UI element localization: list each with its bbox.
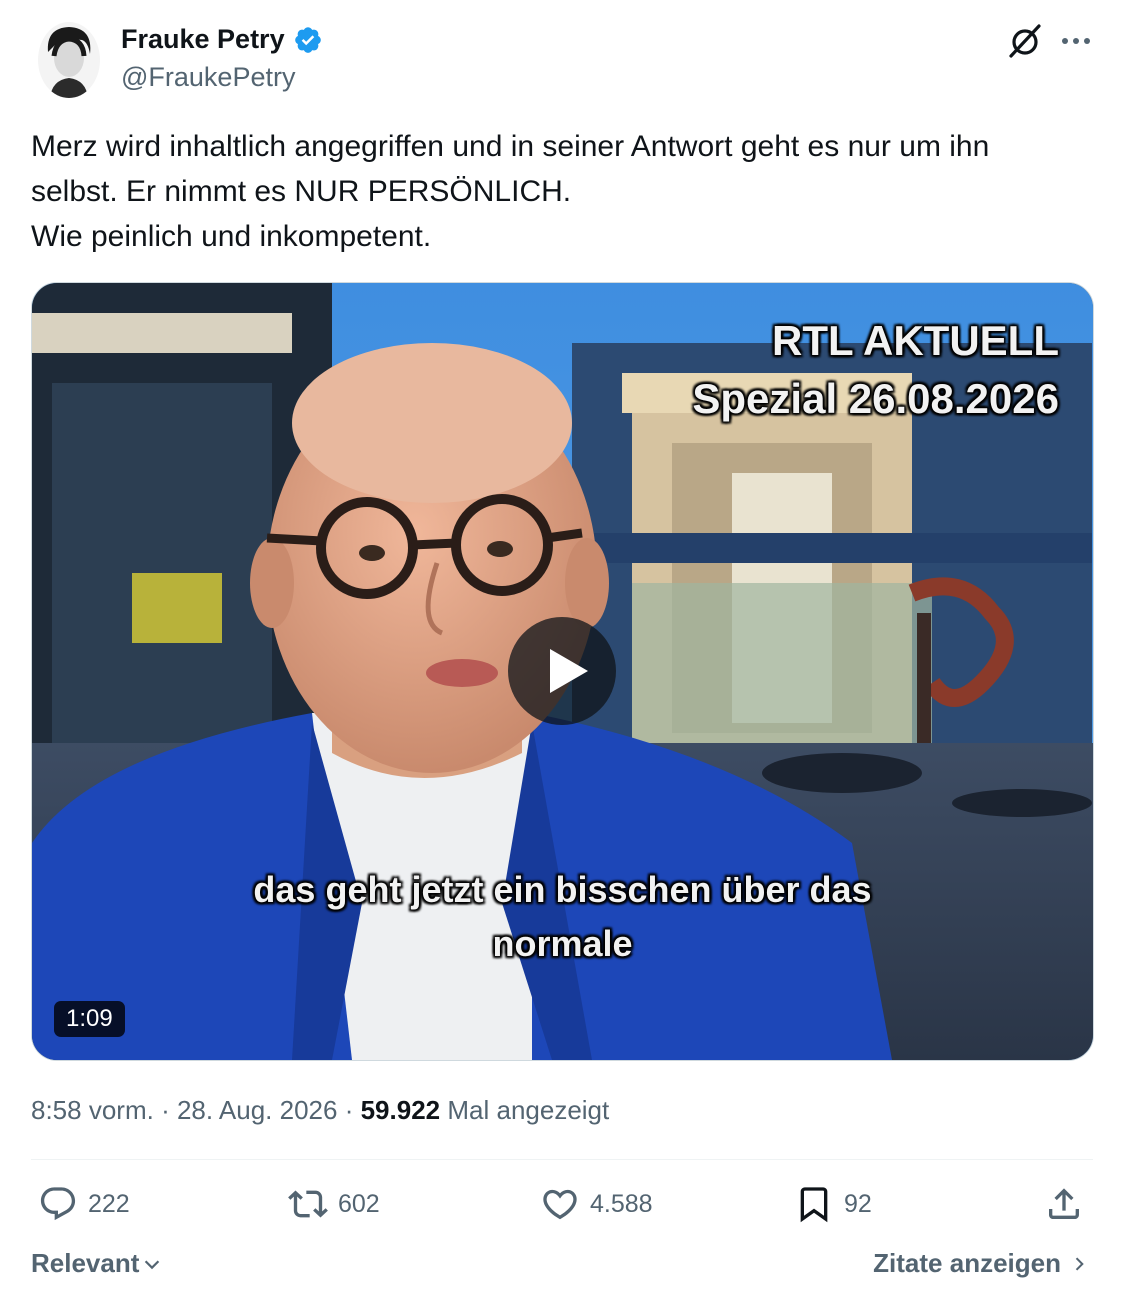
- bookmark-button[interactable]: 92: [794, 1180, 872, 1228]
- bookmark-icon: [800, 1187, 828, 1223]
- view-quotes-link[interactable]: Zitate anzeigen: [873, 1248, 1089, 1279]
- play-button[interactable]: [508, 617, 616, 725]
- tweet-text-line: Merz wird inhaltlich angegriffen und in …: [31, 130, 990, 163]
- meta-separator: ·: [161, 1095, 170, 1125]
- view-count-label: Mal angezeigt: [447, 1095, 610, 1125]
- quotes-label: Zitate anzeigen: [873, 1248, 1061, 1278]
- verified-badge-icon: [294, 26, 321, 53]
- author-handle[interactable]: @FraukePetry: [121, 62, 295, 93]
- bookmark-count: 92: [844, 1189, 872, 1218]
- video-player[interactable]: RTL AKTUELL Spezial 26.08.2026 das geht …: [31, 282, 1094, 1061]
- video-overlay-date: Spezial 26.08.2026: [692, 375, 1059, 422]
- grok-icon[interactable]: [1006, 22, 1044, 60]
- sort-dropdown[interactable]: Relevant: [31, 1248, 163, 1279]
- chevron-down-icon: [145, 1259, 160, 1269]
- tweet-text-line: Wie peinlich und inkompetent.: [31, 220, 432, 253]
- avatar[interactable]: [38, 22, 100, 98]
- tweet-text: Merz wird inhaltlich angegriffen und in …: [31, 124, 1101, 259]
- view-count: 59.922: [360, 1095, 441, 1125]
- heart-icon: [543, 1189, 577, 1220]
- video-subtitle-line: normale: [492, 923, 633, 964]
- divider: [31, 1159, 1093, 1160]
- reply-count: 222: [88, 1189, 130, 1218]
- reply-icon: [40, 1187, 76, 1221]
- tweet-time[interactable]: 8:58 vorm.: [31, 1095, 154, 1125]
- video-duration-badge: 1:09: [54, 1001, 125, 1037]
- tweet-text-line: selbst. Er nimmt es NUR PERSÖNLICH.: [31, 175, 572, 208]
- chevron-right-icon: [1075, 1256, 1084, 1271]
- share-icon: [1049, 1188, 1079, 1219]
- author-name-row[interactable]: Frauke Petry: [121, 24, 323, 55]
- more-icon[interactable]: [1058, 24, 1094, 58]
- play-icon: [550, 649, 588, 693]
- meta-separator: ·: [344, 1095, 354, 1125]
- share-button[interactable]: [1044, 1180, 1084, 1228]
- retweet-icon: [288, 1190, 328, 1218]
- reply-button[interactable]: 222: [38, 1180, 130, 1228]
- retweet-count: 602: [338, 1189, 380, 1218]
- author-display-name[interactable]: Frauke Petry: [121, 24, 285, 55]
- tweet-date[interactable]: 28. Aug. 2026: [177, 1095, 337, 1125]
- video-overlay-title: RTL AKTUELL: [772, 317, 1059, 364]
- tweet-meta: 8:58 vorm. · 28. Aug. 2026 · 59.922 Mal …: [31, 1095, 609, 1126]
- sort-label: Relevant: [31, 1248, 140, 1278]
- like-button[interactable]: 4.588: [540, 1180, 653, 1228]
- like-count: 4.588: [590, 1189, 653, 1218]
- video-subtitle-line: das geht jetzt ein bisschen über das: [253, 869, 872, 910]
- retweet-button[interactable]: 602: [288, 1180, 380, 1228]
